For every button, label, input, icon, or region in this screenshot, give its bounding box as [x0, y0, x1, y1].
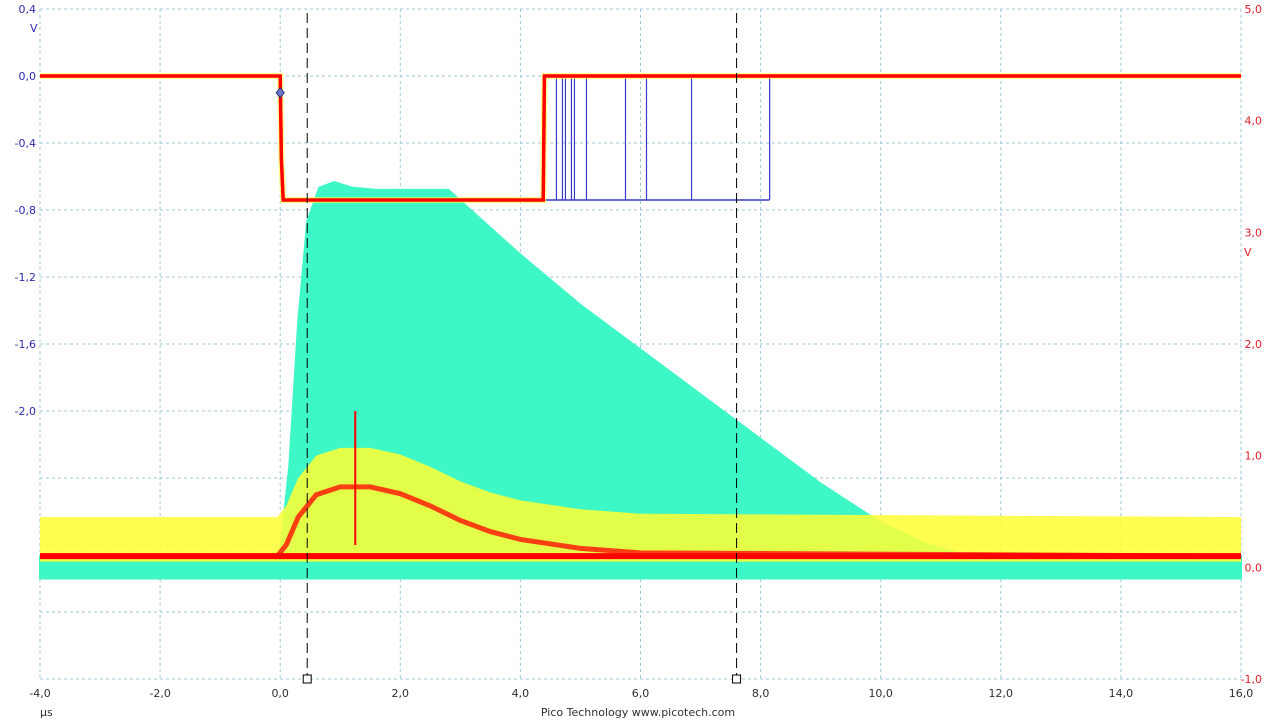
x-tick-label: 4,0 — [512, 687, 530, 700]
time-cursor-handle[interactable] — [302, 674, 312, 684]
left-tick-label: -2,0 — [15, 405, 36, 418]
left-tick-label: -1,2 — [15, 271, 36, 284]
x-tick-label: 8,0 — [752, 687, 770, 700]
x-tick-label: 16,0 — [1229, 687, 1254, 700]
left-axis-unit: V — [30, 22, 38, 35]
footer-credit: Pico Technology www.picotech.com — [541, 706, 735, 719]
x-tick-label: 10,0 — [868, 687, 893, 700]
left-tick-label: 0,0 — [19, 70, 37, 83]
x-tick-label: 0,0 — [271, 687, 289, 700]
left-axis-ticks: 0,4 0,0 -0,4 -0,8 -1,2 -1,6 -2,0 — [15, 3, 36, 418]
x-tick-label: -2,0 — [149, 687, 170, 700]
x-tick-label: -4,0 — [29, 687, 50, 700]
left-tick-label: -0,4 — [15, 137, 36, 150]
x-tick-label: 14,0 — [1109, 687, 1134, 700]
right-tick-label: 5,0 — [1245, 3, 1263, 16]
left-tick-label: -0,8 — [15, 204, 36, 217]
right-tick-label: -1,0 — [1241, 673, 1262, 686]
left-tick-label: -1,6 — [15, 338, 36, 351]
right-tick-label: 2,0 — [1245, 338, 1263, 351]
right-tick-label: 3,0 — [1245, 226, 1263, 239]
x-axis-unit: µs — [40, 706, 53, 719]
x-axis-ticks: -4,0 -2,0 0,0 2,0 4,0 6,0 8,0 10,0 12,0 14,0 16,0 — [29, 687, 1253, 700]
right-axis-unit: V — [1244, 246, 1252, 259]
x-tick-label: 12,0 — [989, 687, 1014, 700]
right-tick-label: 4,0 — [1245, 115, 1263, 128]
oscilloscope-plot[interactable]: 0,4 0,0 -0,4 -0,8 -1,2 -1,6 -2,0 5,0 4,0 3,0 2,0 1… — [0, 0, 1280, 720]
right-axis-ticks: 5,0 4,0 3,0 2,0 1,0 0,0 -1,0 — [1241, 3, 1262, 686]
time-cursor-handle[interactable] — [732, 674, 742, 684]
x-tick-label: 2,0 — [392, 687, 410, 700]
right-tick-label: 0,0 — [1245, 561, 1263, 574]
left-tick-label: 0,4 — [19, 3, 37, 16]
x-tick-label: 6,0 — [632, 687, 650, 700]
right-tick-label: 1,0 — [1245, 450, 1263, 463]
